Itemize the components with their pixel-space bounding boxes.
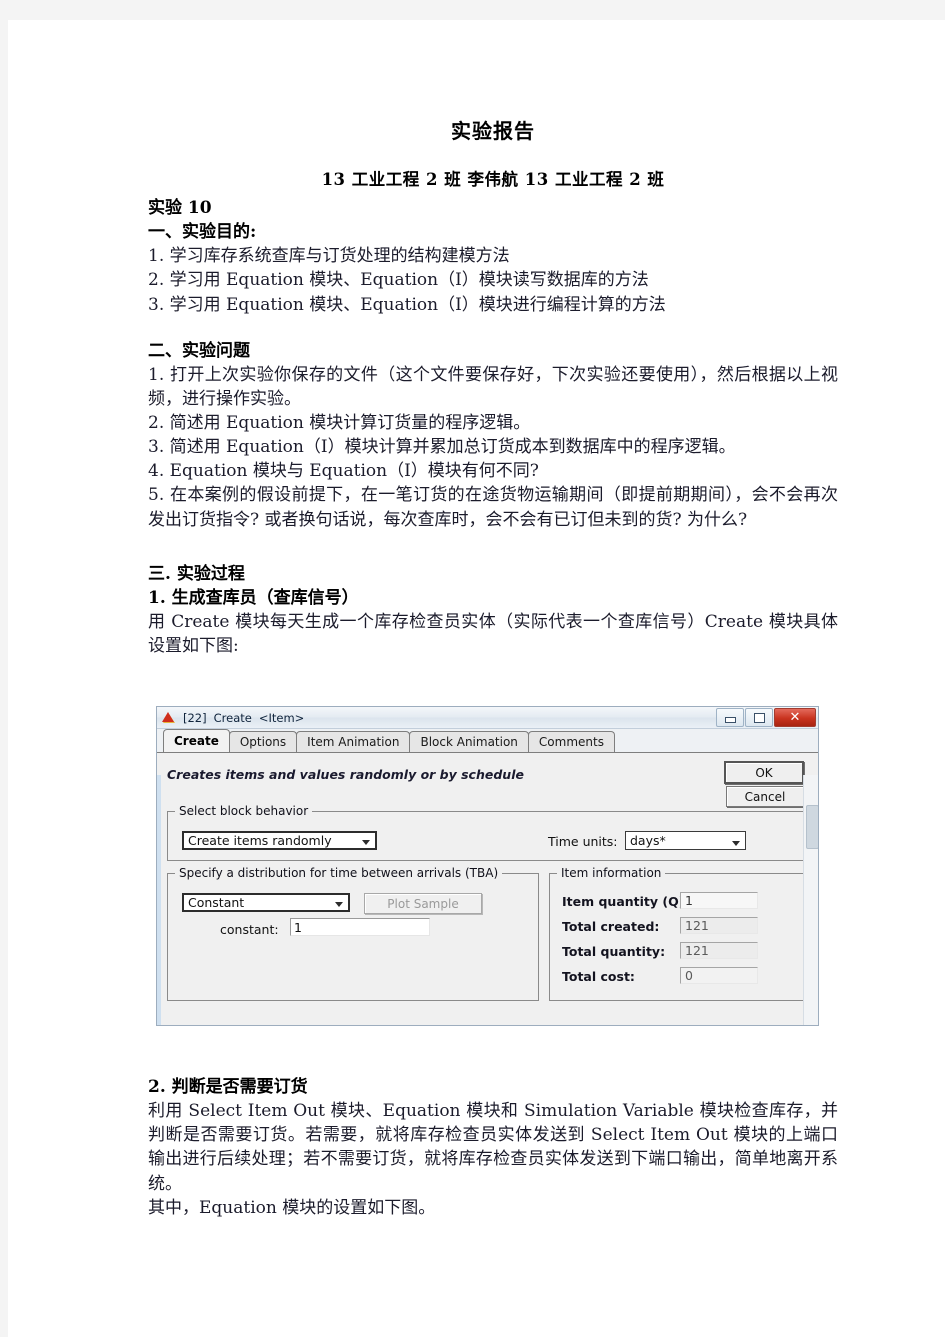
- dialog-block-number: [22]: [183, 710, 207, 725]
- select-block-behavior-group: Select block behavior Create items rando…: [167, 804, 804, 861]
- total-created-row: Total created: 121: [562, 917, 794, 936]
- document-body: 实验报告 13 工业工程 2 班 李伟航 13 工业工程 2 班 实验 10 一…: [148, 115, 838, 658]
- time-units-label: Time units:: [548, 834, 618, 849]
- close-icon: ✕: [789, 709, 801, 725]
- block-behavior-value: Create items randomly: [188, 833, 332, 848]
- step2-text2: 其中，Equation 模块的设置如下图。: [148, 1197, 436, 1218]
- scrollbar-thumb[interactable]: [806, 805, 818, 849]
- total-created-value: 121: [680, 917, 758, 934]
- extendsim-triangle-icon: [162, 711, 177, 725]
- total-quantity-value: 121: [680, 942, 758, 959]
- section-heading-questions: 二、实验问题: [148, 340, 250, 361]
- create-block-dialog[interactable]: [22] Create <Item> ✕ Create Options Item A…: [156, 706, 819, 1026]
- dialog-block-type: <Item>: [258, 710, 305, 725]
- chevron-down-icon: [362, 840, 370, 845]
- time-units-select[interactable]: days*: [625, 831, 746, 850]
- document-page: 实验报告 13 工业工程 2 班 李伟航 13 工业工程 2 班 实验 10 一…: [8, 20, 945, 1337]
- total-cost-value: 0: [680, 967, 758, 984]
- tba-distribution-group: Specify a distribution for time between …: [167, 866, 539, 1001]
- block-behavior-select[interactable]: Create items randomly: [182, 831, 377, 850]
- section-heading-objectives: 一、实验目的:: [148, 222, 257, 243]
- item-quantity-label: Item quantity (Q):: [562, 894, 690, 909]
- tab-block-animation[interactable]: Block Animation: [409, 731, 529, 752]
- item-information-group: Item information Item quantity (Q): 1 To…: [549, 866, 804, 1001]
- time-units-value: days*: [630, 833, 666, 848]
- experiment-label: 实验 10: [148, 198, 212, 218]
- dialog-title: [22] Create <Item>: [183, 711, 304, 725]
- document-body-lower: 2. 判断是否需要订货 利用 Select Item Out 模块、Equati…: [148, 1075, 838, 1220]
- chevron-down-icon: [732, 841, 740, 846]
- step2-text: 利用 Select Item Out 模块、Equation 模块和 Simul…: [148, 1101, 838, 1194]
- page-title: 实验报告: [451, 119, 535, 143]
- tab-item-animation[interactable]: Item Animation: [296, 731, 411, 752]
- dialog-titlebar[interactable]: [22] Create <Item> ✕: [157, 707, 818, 729]
- dialog-description: Creates items and values randomly or by …: [167, 767, 524, 782]
- question-item: 5. 在本案例的假设前提下，在一笔订货的在途货物运输期间（即提前期期间），会不会…: [148, 485, 838, 530]
- step2-heading: 2. 判断是否需要订货: [148, 1077, 308, 1097]
- maximize-button[interactable]: [745, 708, 773, 727]
- item-information-legend: Item information: [557, 866, 666, 880]
- item-quantity-row: Item quantity (Q): 1: [562, 892, 794, 911]
- constant-label: constant:: [220, 922, 279, 937]
- item-quantity-value[interactable]: 1: [680, 892, 758, 909]
- minimize-icon: [724, 717, 736, 723]
- objective-item: 1. 学习库存系统查库与订货处理的结构建模方法: [148, 246, 510, 267]
- step1-text: 用 Create 模块每天生成一个库存检查员实体（实际代表一个查库信号）Crea…: [148, 611, 838, 656]
- total-cost-row: Total cost: 0: [562, 967, 794, 986]
- question-item: 1. 打开上次实验你保存的文件（这个文件要保存好，下次实验还要使用），然后根据以…: [148, 364, 838, 409]
- objective-item: 2. 学习用 Equation 模块、Equation（I）模块读写数据库的方法: [148, 270, 649, 291]
- question-item: 4. Equation 模块与 Equation（I）模块有何不同?: [148, 461, 539, 482]
- dialog-content: Creates items and values randomly or by …: [157, 752, 818, 1025]
- select-block-behavior-legend: Select block behavior: [175, 804, 313, 818]
- section-heading-process: 三. 实验过程: [148, 563, 245, 584]
- dialog-vertical-scrollbar[interactable]: [803, 775, 818, 1025]
- step1-heading: 1. 生成查库员（查库信号）: [148, 587, 359, 608]
- close-button[interactable]: ✕: [774, 708, 816, 727]
- chevron-down-icon: [335, 902, 343, 907]
- ok-button[interactable]: OK: [724, 761, 804, 784]
- plot-sample-button[interactable]: Plot Sample: [364, 893, 482, 914]
- window-controls[interactable]: ✕: [716, 708, 816, 727]
- maximize-icon: [753, 712, 765, 723]
- constant-input[interactable]: 1: [290, 918, 430, 936]
- total-quantity-row: Total quantity: 121: [562, 942, 794, 961]
- total-cost-label: Total cost:: [562, 969, 635, 984]
- distribution-value: Constant: [188, 895, 245, 910]
- tab-create[interactable]: Create: [163, 729, 230, 752]
- tab-options[interactable]: Options: [228, 731, 298, 752]
- dialog-left-accent: [157, 775, 161, 1025]
- objective-item: 3. 学习用 Equation 模块、Equation（I）模块进行编程计算的方…: [148, 294, 666, 315]
- distribution-select[interactable]: Constant: [182, 893, 350, 912]
- total-created-label: Total created:: [562, 919, 660, 934]
- tba-distribution-legend: Specify a distribution for time between …: [175, 866, 503, 880]
- cancel-button[interactable]: Cancel: [726, 786, 804, 807]
- author-line: 13 工业工程 2 班 李伟航 13 工业工程 2 班: [321, 170, 665, 189]
- question-item: 2. 简述用 Equation 模块计算订货量的程序逻辑。: [148, 413, 531, 433]
- dialog-block-name: Create: [213, 710, 252, 725]
- tab-comments[interactable]: Comments: [527, 731, 615, 752]
- dialog-tabstrip[interactable]: Create Options Item Animation Block Anim…: [157, 729, 818, 752]
- minimize-button[interactable]: [716, 708, 744, 727]
- question-item: 3. 简述用 Equation（I）模块计算并累加总订货成本到数据库中的程序逻辑…: [148, 437, 736, 458]
- total-quantity-label: Total quantity:: [562, 944, 666, 959]
